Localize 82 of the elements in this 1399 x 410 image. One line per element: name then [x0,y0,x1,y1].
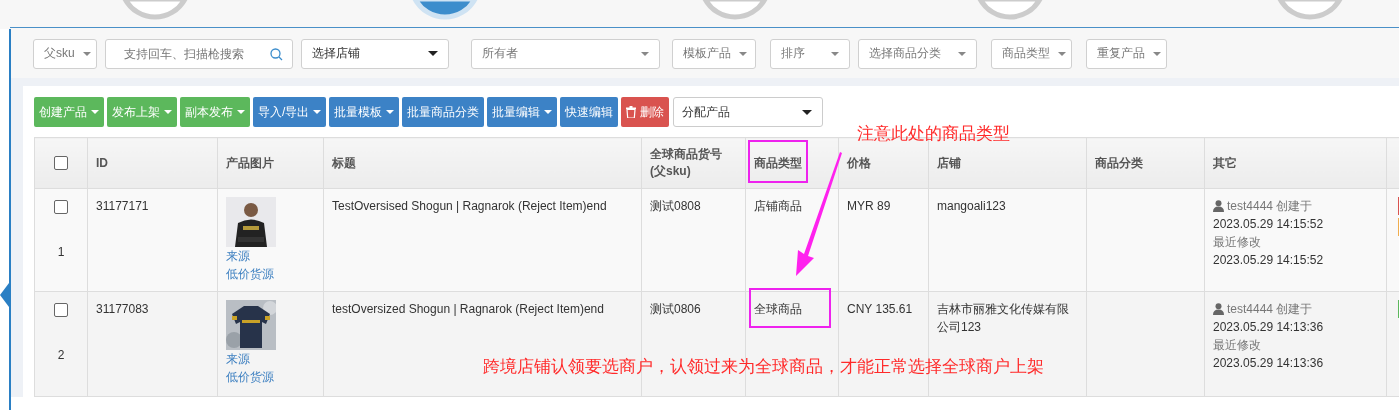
caret-icon [831,51,839,56]
toolbar-button[interactable]: 创建产品 [34,97,104,127]
user-name: test4444 [1227,301,1274,318]
row-number: 1 [56,244,66,261]
table-cell: MYR 89 [847,199,891,213]
caret-icon [641,51,649,56]
row-number: 2 [56,347,66,364]
source-link[interactable]: 来源 [226,247,315,265]
user-icon [1213,200,1224,212]
trash-icon [626,106,637,118]
caret-icon [91,110,99,114]
caret-icon [313,110,322,114]
toolbar-button[interactable]: 快速编辑 [560,97,619,127]
table-cell: 店铺商品 [754,199,802,213]
column-header: ID [96,155,108,170]
column-header: 标题 [332,155,356,170]
modified-label: 最近修改 [1213,234,1262,251]
caret-icon [237,110,245,114]
annotation-text: 跨境店铺认领要选商户，认领过来为全球商品，才能正常选择全球商户上架 [483,356,1044,378]
toolbar-button[interactable]: 发布上架 [107,97,177,127]
table-cell: 测试0806 [650,302,701,316]
modified-time: 2023.05.29 14:15:52 [1213,252,1325,269]
row-checkbox[interactable] [54,199,68,214]
caret-icon [428,51,438,56]
created-time: 2023.05.29 14:13:36 [1213,319,1325,336]
table-cell-text: mangoali123 [937,198,1007,215]
filter-dropdown[interactable]: 模板产品 [672,38,756,69]
table-cell: 31177083 [96,302,149,316]
filter-dropdown[interactable]: 排序 [770,38,850,69]
assign-dropdown[interactable]: 分配产品 [673,97,824,127]
filter-dropdown[interactable]: 商品类型 [991,38,1072,69]
table-cell: CNY 135.61 [847,302,913,316]
toolbar-button[interactable]: 批量商品分类 [402,97,485,127]
filter-dropdown[interactable]: 重复产品 [1086,38,1167,69]
collapse-handle[interactable] [0,283,9,307]
toolbar-button[interactable]: 删除 [621,97,670,127]
created-label: 创建于 [1276,301,1313,318]
caret-icon [164,110,172,114]
column-header: 店铺 [937,155,961,170]
caret-icon [802,109,813,115]
modified-time: 2023.05.29 14:13:36 [1213,355,1325,372]
column-header: 全球商品货号 (父sku) [650,147,722,178]
highlight-frame [748,140,808,183]
select-all-checkbox[interactable] [54,156,68,171]
created-label: 创建于 [1276,198,1313,215]
caret-icon [1153,51,1161,56]
caret-icon [386,110,395,114]
search-icon[interactable] [270,47,283,61]
search-field[interactable]: 支持回车、扫描枪搜索 [105,38,293,69]
column-header: 产品图片 [226,155,274,170]
table-cell-text: 吉林市丽雅文化传媒有限公司123 [937,301,1070,336]
table-cell: 31177171 [96,199,149,213]
toolbar-button[interactable]: 导入/导出 [253,97,327,127]
source-link[interactable]: 低价货源 [226,265,315,283]
caret-icon [1058,51,1066,56]
source-link[interactable]: 来源 [226,350,315,368]
filter-dropdown[interactable]: 所有者 [471,38,660,69]
caret-icon [958,51,966,56]
annotation-text: 注意此处的商品类型 [857,123,1010,145]
filter-dropdown[interactable]: 选择商品分类 [858,38,977,69]
column-header: 价格 [847,155,871,170]
column-header: 商品分类 [1095,155,1143,170]
filter-dropdown[interactable]: 父sku [33,38,97,69]
caret-icon [739,51,747,56]
filter-dropdown[interactable]: 选择店铺 [301,38,449,69]
caret-icon [82,51,91,56]
row-checkbox[interactable] [54,302,68,317]
column-header: 商品类型 [754,155,802,170]
user-icon [1213,303,1224,315]
toolbar-button[interactable]: 副本发布 [180,97,250,127]
table-cell: TestOversised Shogun | Ragnarok (Reject Item)end [332,199,607,213]
table-cell: 全球商品 [754,302,802,316]
caret-icon [544,110,553,114]
user-name: test4444 [1227,198,1274,215]
toolbar-button[interactable]: 批量编辑 [487,97,558,127]
modified-label: 最近修改 [1213,337,1262,354]
created-time: 2023.05.29 14:15:52 [1213,216,1325,233]
toolbar-button[interactable]: 批量模板 [329,97,400,127]
table-cell: 测试0808 [650,199,701,213]
table-cell: testOversized Shogun | Ragnarok (Reject Item)end [332,302,604,316]
column-header: 其它 [1213,155,1237,170]
source-link[interactable]: 低价货源 [226,368,315,386]
